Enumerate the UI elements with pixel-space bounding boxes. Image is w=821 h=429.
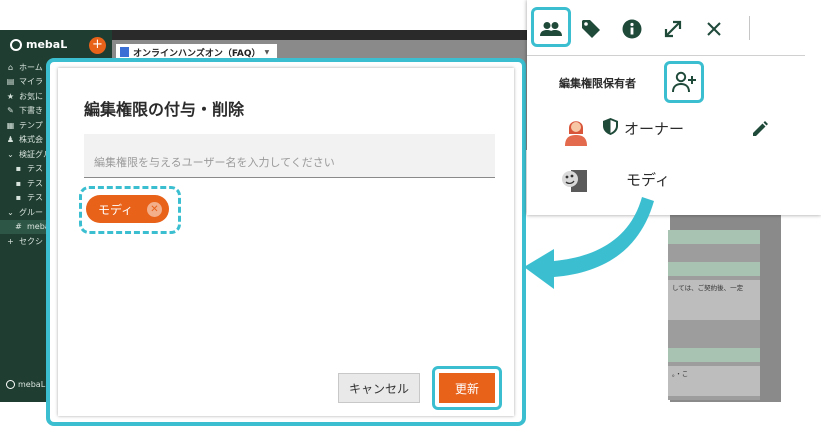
- panel-toolbar: [527, 0, 821, 56]
- sidebar-item-label: 株式会: [19, 135, 43, 145]
- user-search-input[interactable]: [84, 134, 495, 177]
- expand-icon[interactable]: [662, 18, 684, 40]
- sidebar-item-label: セクシ: [19, 236, 43, 246]
- background-list: しては、ご契約後、一定 。・こ: [668, 230, 760, 400]
- info-icon[interactable]: [621, 18, 643, 40]
- curved-arrow-icon: [524, 197, 654, 289]
- sidebar-item-label: ホーム: [19, 62, 43, 72]
- sidebar-item-label: 下書き: [19, 106, 43, 116]
- lock-icon: ▪: [15, 178, 22, 188]
- user-search-field: [84, 134, 495, 178]
- sidebar-item-label: テス: [27, 193, 43, 203]
- company-icon: ♟: [6, 135, 15, 145]
- list-item: しては、ご契約後、一定: [668, 280, 760, 320]
- group-icon: ⌄: [7, 149, 14, 159]
- document-icon: [120, 47, 129, 57]
- edit-permission-dialog: 編集権限の付与・削除 モディ ✕ キャンセル 更新: [58, 68, 514, 416]
- editors-heading: 編集権限保有者: [559, 77, 636, 90]
- tag-icon[interactable]: [580, 18, 602, 40]
- logo-text: mebaL: [26, 38, 68, 51]
- update-button[interactable]: 更新: [439, 373, 495, 403]
- member-name-label: モディ: [626, 171, 670, 189]
- modal-highlight-frame: 編集権限の付与・削除 モディ ✕ キャンセル 更新: [46, 58, 526, 426]
- toolbar-underline: [527, 55, 805, 56]
- toolbar-divider: [749, 16, 750, 40]
- remove-chip-icon[interactable]: ✕: [147, 201, 162, 217]
- logo-icon: [10, 38, 22, 51]
- sidebar-item-label: テンプ: [19, 120, 43, 130]
- lock-icon: ▪: [15, 193, 22, 203]
- app-add-button[interactable]: +: [89, 37, 106, 54]
- list-item: [668, 348, 760, 362]
- close-icon[interactable]: [703, 18, 725, 40]
- draft-icon: ✎: [7, 106, 14, 116]
- user-chip[interactable]: モディ ✕: [86, 195, 169, 223]
- plus-icon: +: [7, 236, 14, 246]
- group-icon: ⌄: [7, 207, 14, 217]
- list-item: [668, 230, 760, 244]
- app-logo[interactable]: mebaL: [10, 38, 67, 51]
- footer-label: mebaL: [18, 380, 46, 389]
- dialog-title: 編集権限の付与・削除: [84, 100, 245, 119]
- document-tab-title: オンラインハンズオン（FAQ）: [133, 48, 261, 59]
- add-user-icon[interactable]: [672, 71, 696, 93]
- chevron-down-icon: ▼: [264, 48, 270, 56]
- app-footer: mebaL: [6, 380, 45, 389]
- people-icon[interactable]: [540, 18, 562, 40]
- screenshot-stage: mebaL + ⌂ ホーム ▤ マイラ ★ お気に ✎ 下書き ▦ テンプ ♟ 株式会 ⌄ 検証グル ▪ テス…: [0, 0, 821, 429]
- sidebar-item-label: グルー: [19, 207, 43, 217]
- hash-icon: #: [15, 222, 22, 232]
- owner-avatar: [565, 116, 587, 146]
- sidebar-item-label: お気に: [19, 91, 43, 101]
- home-icon: ⌂: [7, 62, 14, 72]
- footer-logo-icon: [6, 380, 15, 389]
- permission-panel: 編集権限保有者 オーナー モディ: [527, 0, 821, 215]
- list-item: 。・こ: [668, 366, 760, 396]
- star-icon: ★: [6, 91, 15, 101]
- lock-icon: ▪: [15, 164, 22, 174]
- member-avatar: [561, 168, 587, 192]
- owner-role-label: オーナー: [624, 120, 685, 138]
- sidebar-item-label: マイラ: [19, 77, 43, 87]
- sidebar-item-label: テス: [27, 164, 43, 174]
- shield-icon: [603, 118, 618, 135]
- page-icon: ▤: [6, 77, 15, 87]
- sidebar-item-label: テス: [27, 178, 43, 188]
- pencil-icon[interactable]: [751, 120, 769, 138]
- cancel-button[interactable]: キャンセル: [338, 373, 420, 403]
- template-icon: ▦: [6, 120, 15, 130]
- list-item: [668, 262, 760, 276]
- user-chip-label: モディ: [98, 202, 134, 217]
